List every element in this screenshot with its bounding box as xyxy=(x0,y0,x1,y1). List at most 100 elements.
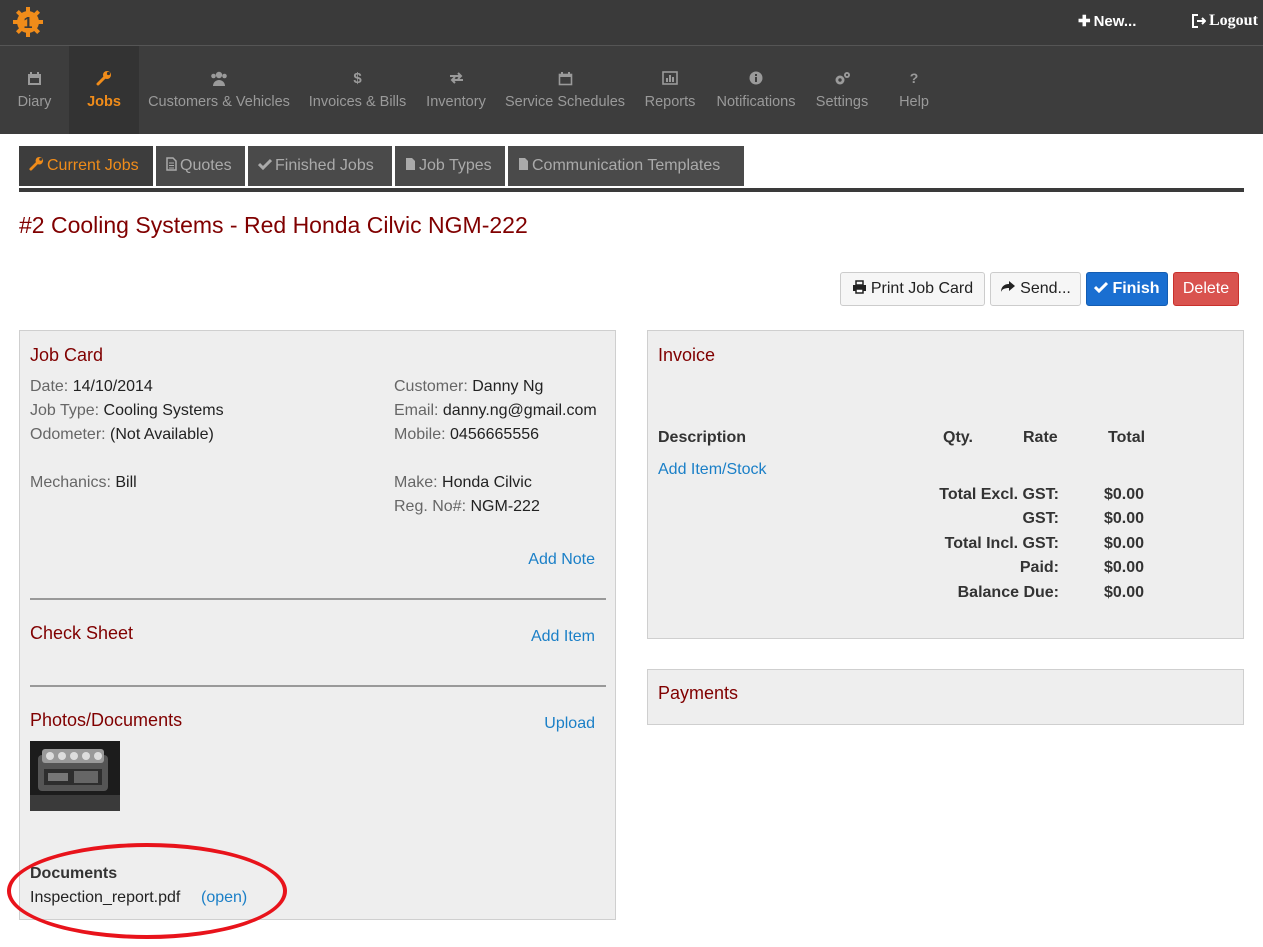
gears-icon xyxy=(834,68,851,88)
finish-label: Finish xyxy=(1112,280,1160,297)
tab-label: Quotes xyxy=(180,157,232,174)
nav-label: Invoices & Bills xyxy=(308,94,407,110)
add-note-link[interactable]: Add Note xyxy=(528,551,595,569)
payments-title: Payments xyxy=(658,683,739,703)
total-incl-gst-label: Total Incl. GST: xyxy=(944,535,1059,552)
job-type-value: Cooling Systems xyxy=(103,402,224,419)
payments-panel: Payments xyxy=(647,669,1244,725)
file-icon xyxy=(405,157,416,176)
nav-item-service-schedules[interactable]: Service Schedules xyxy=(496,46,634,134)
sign-out-icon xyxy=(1192,14,1206,28)
upload-link[interactable]: Upload xyxy=(544,715,595,733)
bar-chart-icon xyxy=(662,68,678,88)
open-document-link[interactable]: (open) xyxy=(201,889,247,907)
nav-item-reports[interactable]: Reports xyxy=(634,46,706,134)
tab-label: Current Jobs xyxy=(47,157,139,174)
total-excl-gst-value: $0.00 xyxy=(1104,486,1145,503)
nav-item-diary[interactable]: Diary xyxy=(0,46,69,134)
nav-label: Reports xyxy=(644,94,696,110)
wrench-icon xyxy=(96,68,112,88)
logout-button[interactable]: Logout xyxy=(1192,12,1258,30)
print-job-card-button[interactable]: Print Job Card xyxy=(840,272,985,306)
documents-title: Documents xyxy=(30,865,118,882)
nav-item-help[interactable]: ? Help xyxy=(878,46,950,134)
nav-label: Jobs xyxy=(87,94,121,110)
info-icon xyxy=(749,68,763,88)
nav-item-invoices-bills[interactable]: $ Invoices & Bills xyxy=(299,46,416,134)
question-icon: ? xyxy=(909,70,919,86)
job-card-title: Job Card xyxy=(30,345,104,365)
nav-item-notifications[interactable]: Notifications xyxy=(706,46,806,134)
delete-label: Delete xyxy=(1182,280,1230,297)
gst-value: $0.00 xyxy=(1104,510,1145,527)
paid-value: $0.00 xyxy=(1104,559,1145,576)
engine-photo-thumbnail[interactable] xyxy=(30,741,120,811)
date-value: 14/10/2014 xyxy=(72,378,153,395)
calendar-outline-icon xyxy=(558,68,573,88)
invoice-title: Invoice xyxy=(658,345,716,365)
app-logo-icon[interactable]: 1 xyxy=(12,6,44,38)
nav-item-settings[interactable]: Settings xyxy=(806,46,878,134)
check-icon xyxy=(257,157,273,175)
nav-label: Service Schedules xyxy=(504,94,626,110)
calendar-icon xyxy=(27,68,42,88)
customer-label: Customer: xyxy=(394,378,468,395)
make-label: Make: xyxy=(394,474,438,491)
total-excl-gst-label: Total Excl. GST: xyxy=(939,486,1059,503)
total-incl-gst-value: $0.00 xyxy=(1104,535,1145,552)
invoice-panel: Invoice Description Qty. Rate Total Add … xyxy=(647,330,1244,639)
odometer-row: Odometer: (Not Available) xyxy=(30,426,214,444)
mechanics-row: Mechanics: Bill xyxy=(30,474,137,492)
tab-label: Job Types xyxy=(419,157,492,174)
nav-item-customers-vehicles[interactable]: Customers & Vehicles xyxy=(139,46,299,134)
column-description: Description xyxy=(658,429,747,446)
tab-underline xyxy=(19,188,1244,192)
print-icon xyxy=(852,279,867,299)
tab-finished-jobs[interactable]: Finished Jobs xyxy=(248,146,392,186)
dollar-icon: $ xyxy=(353,69,362,87)
email-value: danny.ng@gmail.com xyxy=(442,402,597,419)
gst-label: GST: xyxy=(1022,510,1059,527)
document-icon xyxy=(166,156,177,176)
tab-communication-templates[interactable]: Communication Templates xyxy=(508,146,744,186)
exchange-icon xyxy=(449,68,464,88)
nav-label: Notifications xyxy=(716,94,796,110)
logout-label: Logout xyxy=(1209,12,1258,29)
reg-row: Reg. No#: NGM-222 xyxy=(394,498,540,516)
print-label: Print Job Card xyxy=(870,280,974,297)
nav-item-jobs[interactable]: Jobs xyxy=(69,46,139,134)
tab-job-types[interactable]: Job Types xyxy=(395,146,505,186)
send-button[interactable]: Send... xyxy=(990,272,1081,306)
mobile-label: Mobile: xyxy=(394,426,446,443)
customer-value: Danny Ng xyxy=(472,378,544,395)
job-type-label: Job Type: xyxy=(30,402,100,419)
nav-item-inventory[interactable]: Inventory xyxy=(416,46,496,134)
job-type-row: Job Type: Cooling Systems xyxy=(30,402,224,420)
balance-due-value: $0.00 xyxy=(1104,584,1145,601)
wrench-icon xyxy=(29,156,44,176)
divider xyxy=(30,598,606,600)
column-qty: Qty. xyxy=(943,429,973,446)
nav-label: Settings xyxy=(815,94,869,110)
email-row: Email: danny.ng@gmail.com xyxy=(394,402,597,420)
reg-value: NGM-222 xyxy=(470,498,540,515)
check-sheet-title: Check Sheet xyxy=(30,623,134,643)
page-title: #2 Cooling Systems - Red Honda Cilvic NG… xyxy=(19,212,528,238)
new-label: New... xyxy=(1093,12,1137,30)
tab-quotes[interactable]: Quotes xyxy=(156,146,245,186)
new-menu-button[interactable]: ✚ New... xyxy=(1078,12,1137,31)
add-item-stock-link[interactable]: Add Item/Stock xyxy=(658,461,767,479)
column-rate: Rate xyxy=(1023,429,1058,446)
add-check-item-link[interactable]: Add Item xyxy=(531,628,595,646)
tab-current-jobs[interactable]: Current Jobs xyxy=(19,146,153,186)
file-icon xyxy=(518,157,529,176)
email-label: Email: xyxy=(394,402,439,419)
mobile-value: 0456665556 xyxy=(450,426,540,443)
nav-label: Inventory xyxy=(426,94,486,110)
photos-documents-title: Photos/Documents xyxy=(30,710,183,730)
delete-button[interactable]: Delete xyxy=(1173,272,1239,306)
job-card-panel: Job Card Date: 14/10/2014 Job Type: Cool… xyxy=(19,330,616,920)
plus-icon: ✚ xyxy=(1078,13,1091,30)
finish-button[interactable]: Finish xyxy=(1086,272,1168,306)
users-icon xyxy=(210,68,228,88)
